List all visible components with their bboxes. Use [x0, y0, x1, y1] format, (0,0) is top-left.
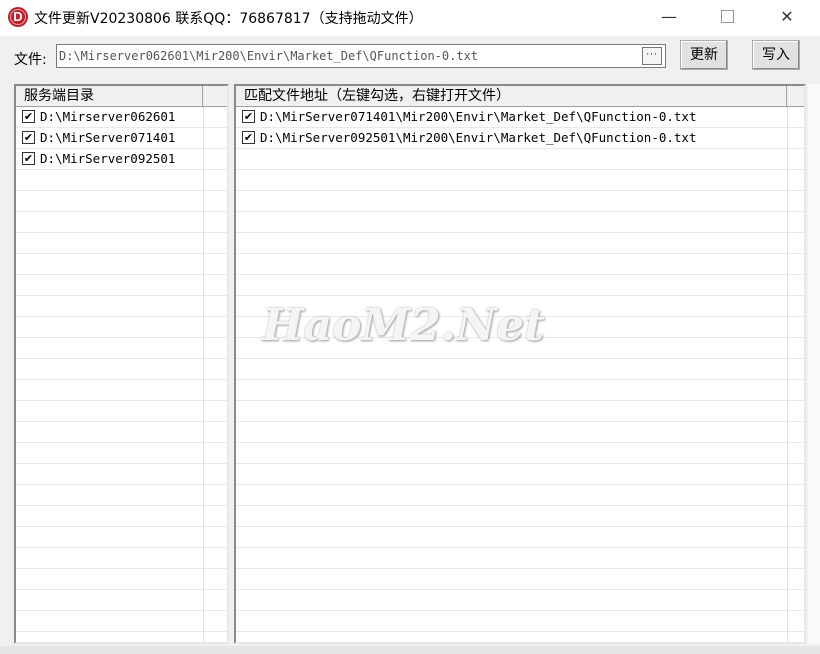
file-path-input[interactable] — [59, 47, 639, 65]
list-item[interactable]: ✔ D:\MirServer071401 — [16, 128, 227, 149]
maximize-button[interactable] — [698, 0, 756, 36]
item-checkbox[interactable]: ✔ — [242, 131, 255, 144]
item-checkbox[interactable]: ✔ — [22, 110, 35, 123]
server-directory-header[interactable]: 服务端目录 — [16, 86, 227, 107]
column-grid-line — [203, 107, 204, 642]
maximize-icon — [720, 9, 734, 23]
matched-files-header-label: 匹配文件地址（左键勾选，右键打开文件） — [244, 88, 510, 104]
list-item[interactable]: ✔ D:\MirServer092501 — [16, 149, 227, 170]
server-directory-list[interactable]: 服务端目录 ✔ D:\Mirserver062601 ✔ D:\MirServe… — [14, 84, 229, 644]
window-edge — [808, 84, 820, 644]
server-directory-rows: ✔ D:\Mirserver062601 ✔ D:\MirServer07140… — [16, 107, 227, 642]
update-button[interactable]: 更新 — [680, 40, 728, 70]
file-label: 文件: — [14, 52, 47, 68]
browse-button[interactable]: ··· — [642, 47, 662, 65]
list-item[interactable]: ✔ D:\MirServer092501\Mir200\Envir\Market… — [236, 128, 804, 149]
list-item[interactable]: ✔ D:\Mirserver062601 — [16, 107, 227, 128]
window-bottom-edge — [0, 646, 820, 654]
list-item-label: D:\Mirserver062601 — [40, 109, 176, 124]
write-button[interactable]: 写入 — [752, 40, 800, 70]
server-directory-header-label: 服务端目录 — [24, 88, 94, 104]
item-checkbox[interactable]: ✔ — [242, 110, 255, 123]
list-item[interactable]: ✔ D:\MirServer071401\Mir200\Envir\Market… — [236, 107, 804, 128]
list-item-label: D:\MirServer071401\Mir200\Envir\Market_D… — [260, 109, 697, 124]
window-title: 文件更新V20230806 联系QQ：76867817（支持拖动文件） — [34, 11, 423, 27]
list-item-label: D:\MirServer092501 — [40, 151, 176, 166]
column-grid-line — [787, 107, 788, 642]
matched-files-list[interactable]: 匹配文件地址（左键勾选，右键打开文件） ✔ D:\MirServer071401… — [234, 84, 806, 644]
item-checkbox[interactable]: ✔ — [22, 152, 35, 165]
matched-files-rows: ✔ D:\MirServer071401\Mir200\Envir\Market… — [236, 107, 804, 642]
item-checkbox[interactable]: ✔ — [22, 131, 35, 144]
matched-files-header[interactable]: 匹配文件地址（左键勾选，右键打开文件） — [236, 86, 804, 107]
list-item-label: D:\MirServer092501\Mir200\Envir\Market_D… — [260, 130, 697, 145]
list-item-label: D:\MirServer071401 — [40, 130, 176, 145]
file-path-field[interactable]: ··· — [56, 44, 666, 68]
app-logo-icon[interactable]: D — [8, 7, 28, 27]
title-bar: D 文件更新V20230806 联系QQ：76867817（支持拖动文件） — … — [0, 0, 820, 36]
close-button[interactable]: ✕ — [758, 0, 816, 36]
column-separator[interactable] — [202, 86, 206, 106]
minimize-button[interactable]: — — [640, 0, 698, 36]
column-separator[interactable] — [786, 86, 790, 106]
